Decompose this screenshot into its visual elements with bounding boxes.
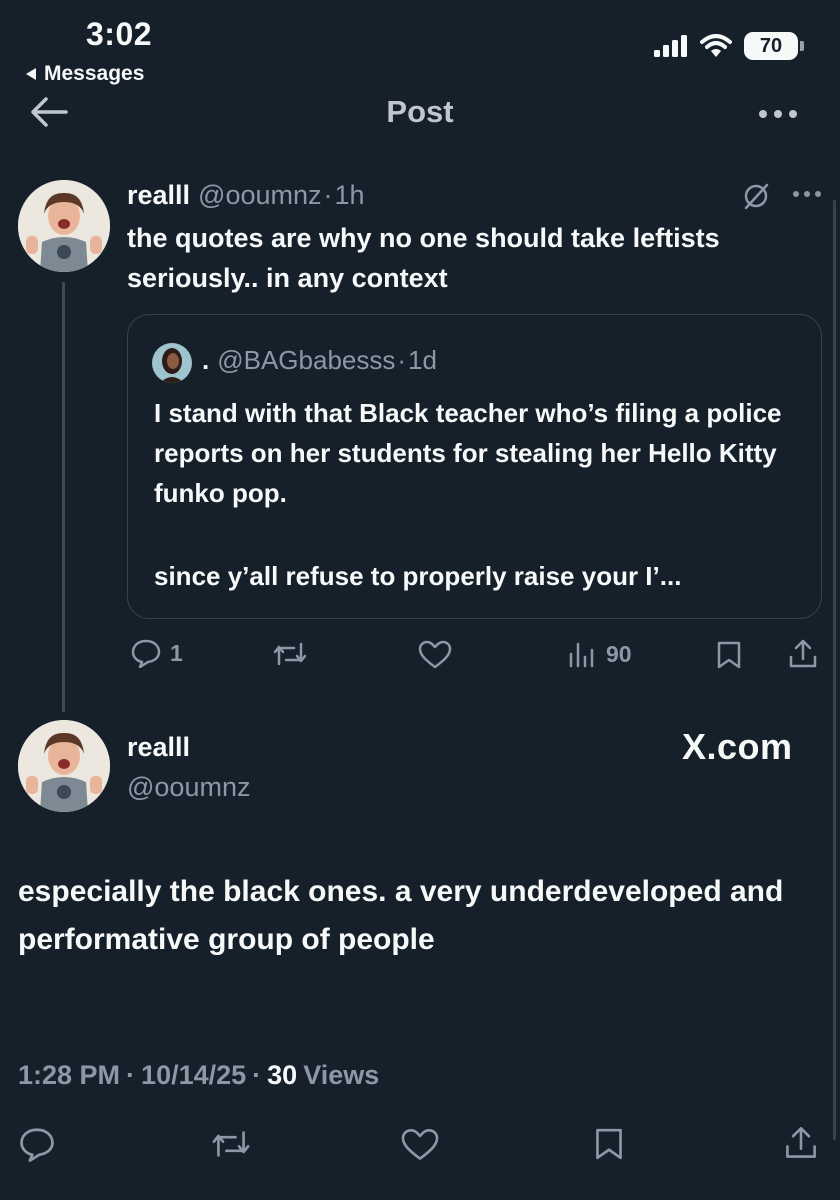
quoted-author-handle: @BAGbabesss [217,345,396,375]
heart-icon [400,1128,440,1162]
quoted-avatar [152,343,192,383]
wifi-icon [700,34,732,58]
reply-bubble-icon [130,638,162,668]
quoted-header: . @BAGbabesss · 1d [202,345,437,376]
reply-button[interactable]: 1 [130,638,183,668]
share-button[interactable] [788,638,818,670]
avatar[interactable] [18,720,110,812]
views-button[interactable]: 90 [568,640,632,668]
quoted-tweet-card[interactable]: . @BAGbabesss · 1d I stand with that Bla… [127,314,822,619]
status-indicators: 70 [654,32,804,60]
status-time: 3:02 [86,16,153,52]
author-handle[interactable]: @ooumnz [198,180,321,211]
reply-button[interactable] [18,1126,56,1162]
bookmark-button[interactable] [716,640,742,670]
cellular-signal-icon [654,35,688,57]
meta-separator: · [126,1060,136,1090]
tweet-text: especially the black ones. a very underd… [18,875,784,956]
bookmark-icon [594,1126,624,1162]
like-button[interactable] [418,640,452,670]
author-handle[interactable]: @ooumnz [127,772,250,803]
back-to-app-link[interactable]: Messages [24,62,144,86]
tweet-time[interactable]: 1:28 PM [18,1060,120,1091]
views-count: 90 [606,640,632,667]
grok-button[interactable] [742,182,770,210]
bookmark-button[interactable] [594,1126,624,1162]
share-button[interactable] [784,1124,818,1162]
battery-indicator: 70 [744,32,804,60]
more-dots-icon [792,190,822,198]
tweet-header: realll @ooumnz · 1h [127,180,365,211]
meta-separator: · [397,345,407,375]
quoted-text-paragraph-1: I stand with that Black teacher who’s fi… [154,398,782,508]
repost-icon [272,640,308,668]
avatar-image [18,180,110,272]
reply-count: 1 [170,639,183,666]
tweet-date[interactable]: 10/14/25 [141,1060,246,1091]
tweet-more-button[interactable] [792,190,822,198]
repost-button[interactable] [210,1128,252,1160]
avatar[interactable] [18,180,110,272]
repost-icon [210,1128,252,1160]
tweet-timestamp-row: 1:28 PM · 10/14/25 · 30 Views [18,1060,379,1091]
author-name[interactable]: realll [127,180,190,211]
meta-separator: · [323,180,333,210]
views-label: Views [303,1060,380,1090]
repost-button[interactable] [272,640,308,668]
views-count: 30 [267,1060,298,1090]
back-triangle-icon [24,67,38,81]
more-options-button[interactable] [758,108,798,120]
page-title: Post [386,94,454,129]
more-dots-icon [758,108,798,120]
avatar-image [18,720,110,812]
tweet-age[interactable]: 1h [335,180,365,211]
scrollbar[interactable] [833,200,836,1140]
share-icon [788,638,818,670]
xcom-watermark: X.com [682,726,793,767]
reply-bubble-icon [18,1126,56,1162]
back-app-label: Messages [44,62,145,85]
quoted-tweet-age: 1d [408,345,437,375]
thread-connector-line [62,282,65,712]
grok-slash-icon [742,182,770,210]
tweet-text: the quotes are why no one should take le… [127,223,720,293]
heart-icon [418,640,452,670]
like-button[interactable] [400,1128,440,1162]
analytics-bars-icon [568,640,598,668]
quoted-text-paragraph-2: since y’all refuse to properly raise you… [154,561,682,591]
author-name[interactable]: realll [127,732,190,763]
bookmark-icon [716,640,742,670]
quoted-author-name: . [202,345,210,375]
meta-separator: · [252,1060,262,1090]
share-icon [784,1124,818,1162]
